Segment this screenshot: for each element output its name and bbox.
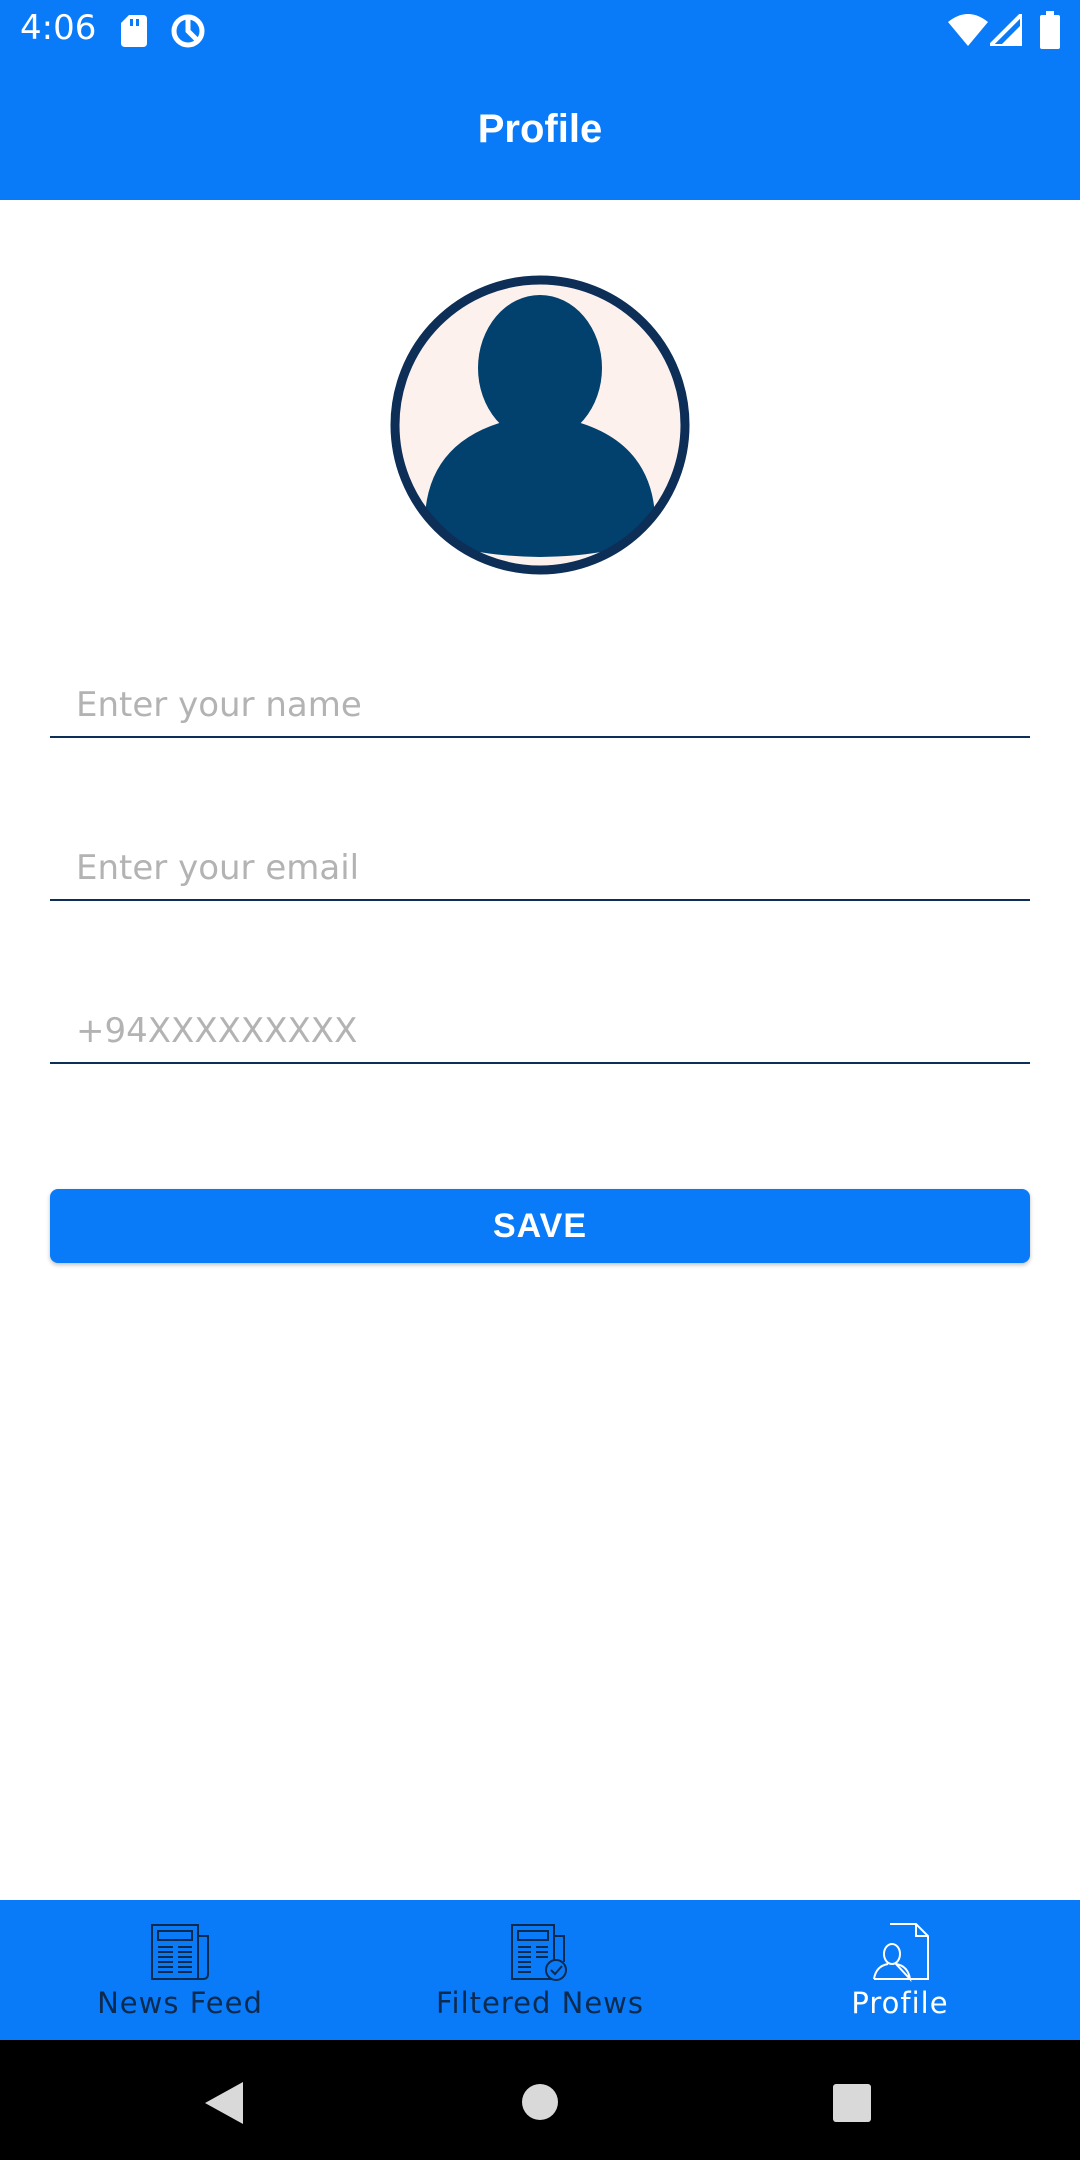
home-icon[interactable] bbox=[521, 2083, 559, 2121]
status-time: 4:06 bbox=[20, 8, 97, 48]
wifi-icon bbox=[948, 14, 988, 46]
user-avatar-icon bbox=[390, 275, 690, 575]
data-saver-icon bbox=[171, 14, 205, 48]
email-input[interactable] bbox=[74, 839, 1018, 897]
recents-icon[interactable] bbox=[833, 2084, 871, 2122]
sd-card-icon bbox=[121, 15, 147, 47]
nav-label-profile: Profile bbox=[851, 1986, 949, 2020]
avatar[interactable] bbox=[390, 275, 690, 575]
status-bar: 4:06 bbox=[0, 0, 1080, 60]
name-field bbox=[50, 676, 1030, 738]
filtered-news-icon bbox=[511, 1924, 567, 1981]
signal-icon bbox=[990, 14, 1022, 46]
nav-item-profile[interactable]: Profile bbox=[720, 1900, 1080, 2040]
page-title: Profile bbox=[477, 107, 603, 151]
phone-field bbox=[50, 1002, 1030, 1064]
app-bar: Profile bbox=[0, 60, 1080, 200]
system-navigation-bar bbox=[0, 2040, 1080, 2160]
nav-item-news-feed[interactable]: News Feed bbox=[0, 1900, 360, 2040]
name-input[interactable] bbox=[74, 676, 1018, 734]
phone-input[interactable] bbox=[74, 1002, 1018, 1060]
battery-icon bbox=[1040, 11, 1060, 49]
nav-label-filtered-news: Filtered News bbox=[435, 1986, 644, 2020]
nav-label-news-feed: News Feed bbox=[97, 1986, 263, 2020]
email-field bbox=[50, 839, 1030, 901]
newspaper-icon bbox=[151, 1924, 209, 1980]
bottom-navigation: News Feed Filtered News Profile bbox=[0, 1900, 1080, 2040]
back-icon[interactable] bbox=[205, 2082, 245, 2124]
save-button[interactable]: SAVE bbox=[50, 1189, 1030, 1263]
profile-document-icon bbox=[873, 1923, 929, 1982]
nav-item-filtered-news[interactable]: Filtered News bbox=[360, 1900, 720, 2040]
